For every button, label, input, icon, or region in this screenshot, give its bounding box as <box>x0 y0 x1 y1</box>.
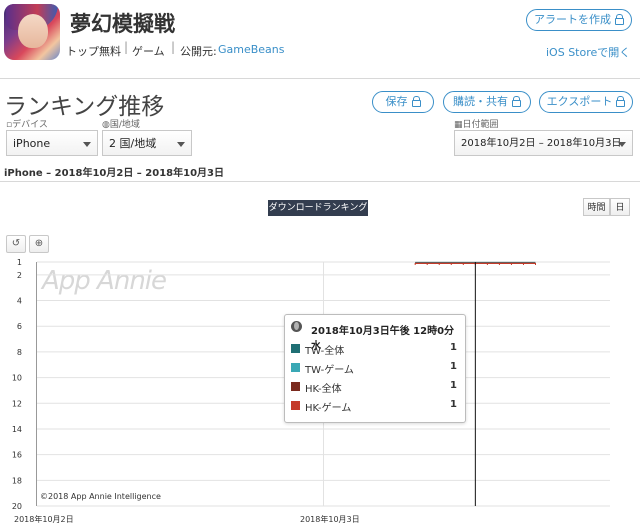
chart-copyright: ©2018 App Annie Intelligence <box>40 492 161 501</box>
y-tick-label: 16 <box>12 451 22 460</box>
y-tick-label: 12 <box>12 399 22 408</box>
y-tick-label: 6 <box>17 322 22 331</box>
legend-swatch <box>291 363 300 372</box>
tooltip-row-label: HK-ゲーム <box>305 403 352 414</box>
y-tick-label: 18 <box>12 476 22 485</box>
y-tick-label: 8 <box>17 348 22 357</box>
tooltip-row: TW-ゲーム 1 <box>291 361 457 376</box>
tooltip-row-value: 1 <box>450 361 457 372</box>
ranking-chart[interactable]: 12468101214161820 <box>0 0 640 526</box>
legend-swatch <box>291 401 300 410</box>
y-tick-label: 20 <box>12 502 22 511</box>
y-tick-label: 1 <box>17 258 22 267</box>
tooltip-row-label: HK-全体 <box>305 384 342 395</box>
y-tick-label: 2 <box>17 271 22 280</box>
y-tick-label: 4 <box>17 297 22 306</box>
tooltip-row: HK-ゲーム 1 <box>291 399 457 414</box>
chart-tooltip: 2018年10月3日午後 12時0分 水 TW-全体 1 TW-ゲーム 1 HK… <box>284 314 466 423</box>
tooltip-row-value: 1 <box>450 342 457 353</box>
x-tick-label: 2018年10月2日 <box>14 515 74 524</box>
tooltip-row: TW-全体 1 <box>291 342 457 357</box>
tooltip-row-value: 1 <box>450 399 457 410</box>
y-tick-label: 10 <box>12 374 22 383</box>
legend-swatch <box>291 344 300 353</box>
tooltip-row-value: 1 <box>450 380 457 391</box>
tooltip-row-label: TW-全体 <box>305 346 345 357</box>
tooltip-row-label: TW-ゲーム <box>305 365 354 376</box>
globe-icon <box>291 321 302 332</box>
y-tick-label: 14 <box>12 425 22 434</box>
x-tick-label: 2018年10月3日 <box>300 515 360 524</box>
tooltip-row: HK-全体 1 <box>291 380 457 395</box>
legend-swatch <box>291 382 300 391</box>
